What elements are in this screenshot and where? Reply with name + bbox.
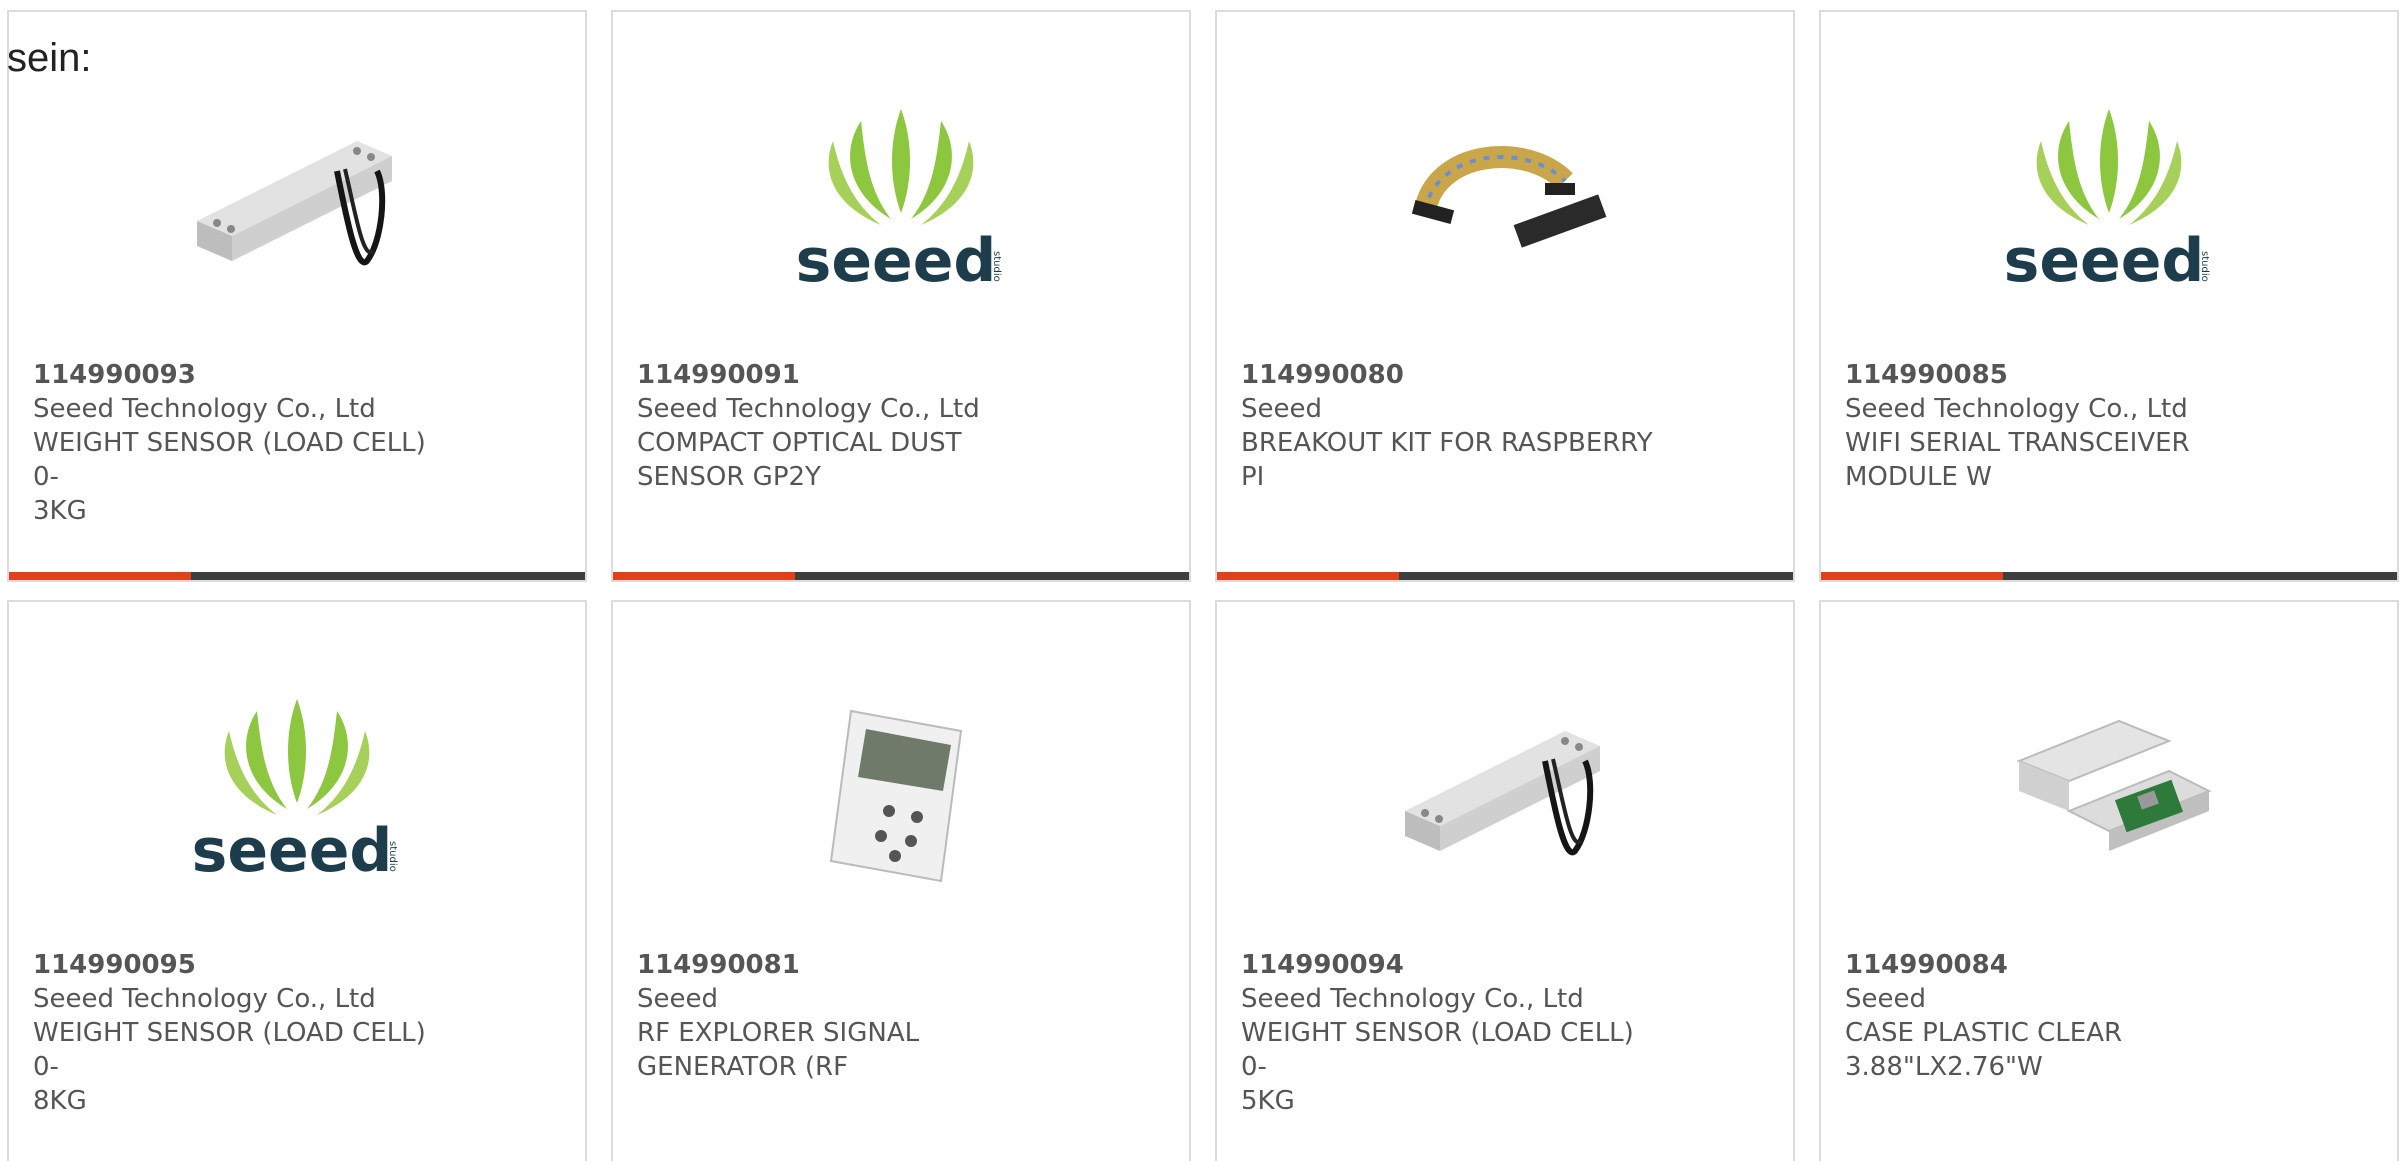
product-manufacturer: Seeed Technology Co., Ltd [33, 984, 376, 1014]
product-card[interactable]: 114990080 Seeed BREAKOUT KIT FOR RASPBERRY… [1215, 10, 1795, 582]
product-description-line1: WEIGHT SENSOR (LOAD CELL) 0- [33, 428, 426, 492]
seeed-logo-icon: seeedstudio [192, 699, 398, 886]
product-description-line1: BREAKOUT KIT FOR RASPBERRY [1241, 428, 1653, 458]
product-manufacturer: Seeed Technology Co., Ltd [637, 394, 980, 424]
product-description-line2: PI [1241, 462, 1265, 492]
card-accent-segment [1217, 572, 1399, 580]
product-info: 114990095 Seeed Technology Co., Ltd WEIGHT… [33, 948, 453, 1118]
product-image[interactable] [1217, 680, 1793, 902]
product-image[interactable] [613, 680, 1189, 902]
card-accent-bar [1217, 572, 1793, 580]
product-description-line2: 3KG [33, 496, 87, 526]
product-description-line1: COMPACT OPTICAL DUST [637, 428, 962, 458]
seeed-logo-text: seeed [796, 226, 997, 296]
product-description-line2: 3.88"LX2.76"W [1845, 1052, 2043, 1082]
intro-text: sein: [7, 36, 92, 80]
product-card[interactable]: seeed studio 114990095 Seeed Technology Co.… [7, 600, 587, 1161]
product-manufacturer: Seeed Technology Co., Ltd [1845, 394, 2188, 424]
product-manufacturer: Seeed [1241, 394, 1322, 424]
product-description-line2: 8KG [33, 1086, 87, 1116]
product-sku[interactable]: 114990093 [33, 358, 453, 392]
product-description-line1: CASE PLASTIC CLEAR [1845, 1018, 2123, 1048]
svg-text:studio: studio [2199, 251, 2210, 282]
product-image[interactable] [9, 90, 585, 312]
product-description-line2: MODULE W [1845, 462, 1992, 492]
seeed-logo-icon: seeedstudio [796, 109, 1002, 296]
product-description-line1: WEIGHT SENSOR (LOAD CELL) 0- [1241, 1018, 1634, 1082]
seeed-logo-icon: seeedstudio [2004, 109, 2210, 296]
ribbon-cable-icon [1411, 146, 1607, 248]
product-description-line1: RF EXPLORER SIGNAL [637, 1018, 920, 1048]
product-grid-page: sein: 114990093 Seeed Technology Co., Ltd… [0, 0, 2400, 1161]
product-sku[interactable]: 114990084 [1845, 948, 2265, 982]
svg-text:studio: studio [991, 251, 1002, 282]
product-manufacturer: Seeed [637, 984, 718, 1014]
card-accent-bar [1821, 572, 2397, 580]
load-cell-icon [197, 141, 392, 266]
product-card[interactable]: 114990084 Seeed CASE PLASTIC CLEAR 3.88"LX2… [1819, 600, 2399, 1161]
seeed-logo-text: seeed [2004, 226, 2205, 296]
product-sku[interactable]: 114990085 [1845, 358, 2265, 392]
seeed-logo-text: seeed [192, 816, 393, 886]
product-sku[interactable]: 114990095 [33, 948, 453, 982]
product-info: 114990094 Seeed Technology Co., Ltd WEIGHT… [1241, 948, 1661, 1118]
product-card[interactable]: 114990081 Seeed RF EXPLORER SIGNAL GENERATO… [611, 600, 1191, 1161]
product-info: 114990093 Seeed Technology Co., Ltd WEIGHT… [33, 358, 453, 528]
product-info: 114990080 Seeed BREAKOUT KIT FOR RASPBERRY… [1241, 358, 1661, 494]
plastic-case-icon [2016, 719, 2212, 851]
product-card[interactable]: seeed studio 114990085 Seeed Technology Co.… [1819, 10, 2399, 582]
product-manufacturer: Seeed Technology Co., Ltd [1241, 984, 1584, 1014]
product-manufacturer: Seeed Technology Co., Ltd [33, 394, 376, 424]
card-accent-segment [613, 572, 795, 580]
product-image[interactable] [1217, 90, 1793, 312]
card-accent-bar [9, 572, 585, 580]
product-image[interactable]: seeed studio [1821, 90, 2397, 312]
product-description-line1: WIFI SERIAL TRANSCEIVER [1845, 428, 2190, 458]
product-image[interactable]: seeed studio [613, 90, 1189, 312]
card-accent-segment [9, 572, 191, 580]
product-info: 114990084 Seeed CASE PLASTIC CLEAR 3.88"LX2… [1845, 948, 2265, 1084]
product-manufacturer: Seeed [1845, 984, 1926, 1014]
product-description-line1: WEIGHT SENSOR (LOAD CELL) 0- [33, 1018, 426, 1082]
product-info: 114990081 Seeed RF EXPLORER SIGNAL GENERATO… [637, 948, 1057, 1084]
product-card[interactable]: 114990093 Seeed Technology Co., Ltd WEIGHT… [7, 10, 587, 582]
card-accent-segment [1821, 572, 2003, 580]
load-cell-icon [1405, 731, 1600, 856]
product-image[interactable]: seeed studio [9, 680, 585, 902]
product-description-line2: 5KG [1241, 1086, 1295, 1116]
product-description-line2: SENSOR GP2Y [637, 462, 821, 492]
handheld-device-icon [829, 709, 963, 883]
svg-text:studio: studio [387, 841, 398, 872]
product-info: 114990085 Seeed Technology Co., Ltd WIFI S… [1845, 358, 2265, 494]
product-description-line2: GENERATOR (RF [637, 1052, 849, 1082]
product-sku[interactable]: 114990081 [637, 948, 1057, 982]
product-image[interactable] [1821, 680, 2397, 902]
product-sku[interactable]: 114990094 [1241, 948, 1661, 982]
product-card[interactable]: 114990094 Seeed Technology Co., Ltd WEIGHT… [1215, 600, 1795, 1161]
product-info: 114990091 Seeed Technology Co., Ltd COMPAC… [637, 358, 1057, 494]
product-sku[interactable]: 114990091 [637, 358, 1057, 392]
product-card[interactable]: seeed studio 114990091 Seeed Technology Co.… [611, 10, 1191, 582]
card-accent-bar [613, 572, 1189, 580]
product-sku[interactable]: 114990080 [1241, 358, 1661, 392]
